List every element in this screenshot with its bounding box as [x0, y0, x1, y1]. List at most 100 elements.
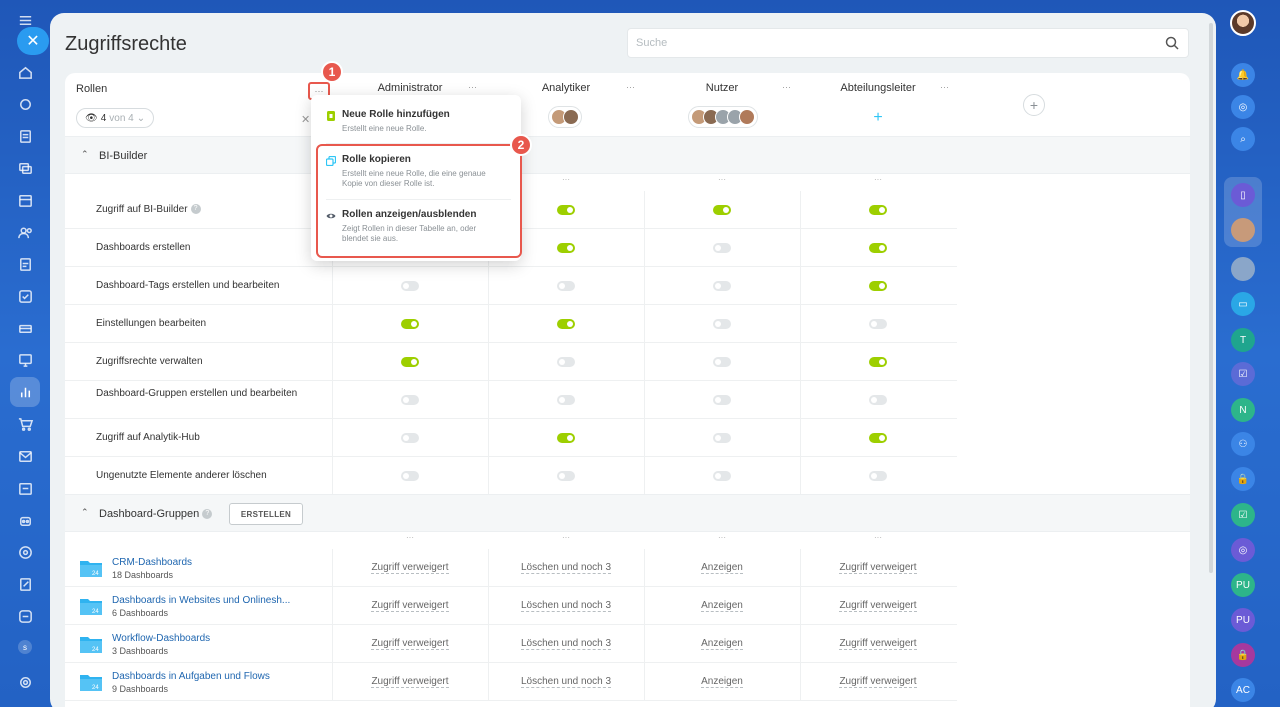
access-level-selector[interactable]: Zugriff verweigert — [800, 600, 956, 612]
permission-toggle[interactable] — [401, 281, 419, 291]
access-level-selector[interactable]: Anzeigen — [644, 562, 800, 574]
search-icon[interactable] — [1164, 35, 1180, 51]
cart-icon[interactable] — [13, 412, 37, 436]
calendar-icon[interactable] — [13, 188, 37, 212]
notifications-bell-icon[interactable]: 🔔 — [1231, 63, 1255, 87]
target-icon[interactable] — [13, 540, 37, 564]
permission-toggle[interactable] — [869, 205, 887, 215]
permission-toggle[interactable] — [869, 281, 887, 291]
add-member-button[interactable]: + — [869, 109, 887, 127]
column-dots[interactable]: ··· — [488, 533, 644, 542]
permission-toggle[interactable] — [557, 357, 575, 367]
permission-toggle[interactable] — [401, 357, 419, 367]
permission-toggle[interactable] — [869, 433, 887, 443]
access-level-selector[interactable]: Anzeigen — [644, 676, 800, 688]
rail-chat-t[interactable]: T — [1231, 328, 1255, 352]
contact-avatar[interactable] — [1231, 218, 1255, 242]
add-role-button[interactable]: + — [1023, 94, 1045, 116]
column-dots[interactable]: ··· — [644, 533, 800, 542]
group-name-link[interactable]: Dashboards in Aufgaben und Flows — [112, 671, 270, 682]
document-icon[interactable] — [13, 124, 37, 148]
analytics-icon[interactable] — [13, 380, 37, 404]
market-icon[interactable] — [13, 604, 37, 628]
close-button[interactable]: ✕ — [17, 27, 49, 55]
access-level-selector[interactable]: Zugriff verweigert — [800, 562, 956, 574]
permission-toggle[interactable] — [713, 433, 731, 443]
chevron-up-icon[interactable]: ⌃ — [81, 507, 89, 518]
access-level-selector[interactable]: Löschen und noch 3 — [488, 562, 644, 574]
group-avatar[interactable] — [1231, 257, 1255, 281]
access-level-selector[interactable]: Zugriff verweigert — [332, 600, 488, 612]
permission-toggle[interactable] — [401, 433, 419, 443]
permission-toggle[interactable] — [713, 395, 731, 405]
create-group-button[interactable]: ERSTELLEN — [229, 503, 303, 525]
access-level-selector[interactable]: Zugriff verweigert — [332, 562, 488, 574]
rail-chat-n[interactable]: N — [1231, 398, 1255, 422]
column-dots[interactable]: ··· — [332, 533, 488, 542]
permission-toggle[interactable] — [557, 471, 575, 481]
permission-toggle[interactable] — [557, 433, 575, 443]
permission-toggle[interactable] — [869, 243, 887, 253]
access-level-selector[interactable]: Anzeigen — [644, 638, 800, 650]
chat-bubble-icon[interactable]: ▭ — [1231, 292, 1255, 316]
permission-toggle[interactable] — [557, 281, 575, 291]
access-level-selector[interactable]: Löschen und noch 3 — [488, 676, 644, 688]
permission-toggle[interactable] — [557, 243, 575, 253]
permission-toggle[interactable] — [869, 395, 887, 405]
edit-icon[interactable] — [13, 572, 37, 596]
column-dots[interactable]: ··· — [800, 533, 956, 542]
mail-icon[interactable] — [13, 444, 37, 468]
rail-team-icon[interactable]: ⚇ — [1231, 432, 1255, 456]
help-icon[interactable]: ? — [190, 204, 201, 215]
search-input[interactable] — [628, 29, 1148, 57]
settings-gear-icon[interactable] — [13, 670, 37, 694]
section-dashboard-groups[interactable]: ⌃ Dashboard-Gruppen? ERSTELLEN — [65, 494, 1190, 532]
role-name[interactable]: Administrator — [332, 82, 488, 94]
rail-chat-pu-1[interactable]: PU — [1231, 573, 1255, 597]
permission-toggle[interactable] — [557, 205, 575, 215]
roles-filter-pill[interactable]: 👁 4 von 4 ⌄ — [76, 108, 155, 128]
role-more-button[interactable]: ··· — [626, 82, 635, 92]
permission-toggle[interactable] — [713, 471, 731, 481]
access-level-selector[interactable]: Löschen und noch 3 — [488, 638, 644, 650]
group-name-link[interactable]: Workflow-Dashboards — [112, 633, 210, 644]
copilot-icon[interactable]: ◎ — [1231, 95, 1255, 119]
rail-target-icon[interactable]: ◎ — [1231, 538, 1255, 562]
role-name[interactable]: Abteilungsleiter — [800, 82, 956, 94]
permission-toggle[interactable] — [713, 357, 731, 367]
monitor-icon[interactable] — [13, 348, 37, 372]
rail-lock-icon[interactable]: 🔒 — [1231, 467, 1255, 491]
permission-toggle[interactable] — [713, 243, 731, 253]
role-more-button[interactable]: ··· — [468, 82, 477, 92]
user-avatar[interactable] — [1230, 10, 1256, 36]
robot-icon[interactable] — [13, 508, 37, 532]
permission-toggle[interactable] — [713, 281, 731, 291]
permission-toggle[interactable] — [869, 471, 887, 481]
chat-icon[interactable] — [13, 156, 37, 180]
permission-toggle[interactable] — [869, 357, 887, 367]
role-name[interactable]: Nutzer — [644, 82, 800, 94]
search-chat-icon[interactable]: ⌕ — [1231, 127, 1255, 151]
column-dots[interactable]: ··· — [800, 175, 956, 184]
permission-toggle[interactable] — [557, 319, 575, 329]
search-box[interactable] — [627, 28, 1189, 58]
access-level-selector[interactable]: Löschen und noch 3 — [488, 600, 644, 612]
rail-check-icon[interactable]: ☑ — [1231, 362, 1255, 386]
permission-toggle[interactable] — [557, 395, 575, 405]
column-dots[interactable]: ··· — [644, 175, 800, 184]
clear-filter-icon[interactable]: ✕ — [301, 113, 310, 126]
help-icon[interactable]: ? — [202, 509, 213, 520]
rail-chat-ac[interactable]: AC — [1231, 678, 1255, 702]
permission-toggle[interactable] — [713, 319, 731, 329]
group-name-link[interactable]: CRM-Dashboards — [112, 557, 192, 568]
permission-toggle[interactable] — [401, 395, 419, 405]
role-members-avatars[interactable] — [688, 106, 758, 128]
bi-chat-icon[interactable]: ▯ — [1231, 183, 1255, 207]
permission-toggle[interactable] — [401, 319, 419, 329]
schedule-icon[interactable] — [13, 476, 37, 500]
rail-lock-icon-2[interactable]: 🔒 — [1231, 643, 1255, 667]
role-more-button[interactable]: ··· — [940, 82, 949, 92]
permission-toggle[interactable] — [713, 205, 731, 215]
group-name-link[interactable]: Dashboards in Websites und Onlinesh... — [112, 595, 290, 606]
puzzle-icon[interactable] — [13, 92, 37, 116]
